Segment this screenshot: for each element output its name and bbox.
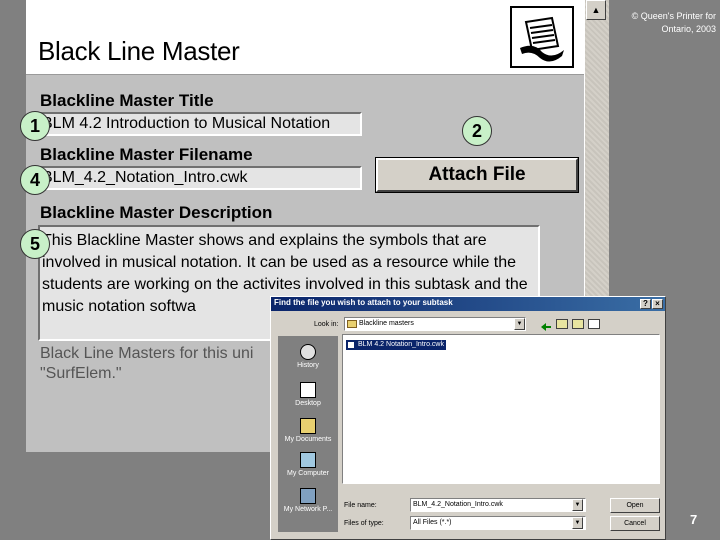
place-my-documents[interactable]: My Documents <box>278 418 338 443</box>
place-history[interactable]: History <box>278 344 338 369</box>
place-desktop-label: Desktop <box>295 400 321 407</box>
desktop-icon <box>300 382 316 398</box>
file-name-input[interactable]: BLM_4.2_Notation_Intro.cwk <box>410 498 586 512</box>
files-of-type-select[interactable]: All Files (*.*) <box>410 516 586 530</box>
header-divider <box>26 74 584 75</box>
place-my-documents-label: My Documents <box>284 436 332 443</box>
filename-label: Blackline Master Filename <box>40 145 253 164</box>
slide-number: 7 <box>690 512 698 527</box>
callout-marker-1: 1 <box>20 111 50 141</box>
view-menu-icon[interactable] <box>588 319 600 329</box>
network-icon <box>300 488 316 504</box>
folder-icon <box>300 418 316 434</box>
chevron-down-icon[interactable]: ▼ <box>572 517 583 529</box>
document-icon <box>347 341 355 349</box>
place-my-computer-label: My Computer <box>286 470 329 477</box>
folder-icon <box>347 320 357 328</box>
help-button[interactable]: ? <box>640 299 651 309</box>
computer-icon <box>300 452 316 468</box>
title-input[interactable]: BLM 4.2 Introduction to Musical Notation <box>38 112 362 136</box>
chevron-down-icon[interactable]: ▼ <box>572 499 583 511</box>
callout-marker-5: 5 <box>20 229 50 259</box>
chevron-down-icon[interactable]: ▼ <box>514 318 525 330</box>
file-name-label: File name: <box>344 502 377 509</box>
history-icon <box>300 344 316 360</box>
place-my-network-label: My Network P... <box>283 506 333 513</box>
file-list-item[interactable]: BLM 4.2 Notation_Intro.cwk <box>346 340 446 350</box>
up-folder-icon[interactable] <box>556 319 568 329</box>
open-button[interactable]: Open <box>610 498 660 513</box>
description-label: Blackline Master Description <box>40 203 273 222</box>
files-of-type-label: Files of type: <box>344 520 384 527</box>
footer-note-line1: Black Line Masters for this uni <box>40 345 254 362</box>
title-label: Blackline Master Title <box>40 91 214 110</box>
scroll-up-arrow-icon[interactable]: ▲ <box>586 0 606 20</box>
footer-note-line2: "SurfElem." <box>40 365 122 382</box>
dialog-title: Find the file you wish to attach to your… <box>274 298 453 307</box>
place-desktop[interactable]: Desktop <box>278 382 338 407</box>
document-logo-icon <box>510 6 574 68</box>
footer-note: Black Line Masters for this uni "SurfEle… <box>40 344 280 384</box>
close-button[interactable]: × <box>652 299 663 309</box>
look-in-label: Look in: <box>314 321 339 328</box>
callout-marker-2: 2 <box>462 116 492 146</box>
back-arrow-icon[interactable] <box>540 319 552 331</box>
place-my-computer[interactable]: My Computer <box>278 452 338 477</box>
look-in-select[interactable]: Blackline masters <box>344 317 526 331</box>
filename-input[interactable]: BLM_4.2_Notation_Intro.cwk <box>38 166 362 190</box>
new-folder-icon[interactable] <box>572 319 584 329</box>
file-list[interactable] <box>342 334 660 484</box>
copyright-notice: © Queen's Printer for Ontario, 2003 <box>631 11 716 34</box>
callout-marker-4: 4 <box>20 165 50 195</box>
place-history-label: History <box>297 362 319 369</box>
place-my-network[interactable]: My Network P... <box>278 488 338 513</box>
attach-file-button[interactable]: Attach File <box>375 157 579 193</box>
page-title: Black Line Master <box>38 36 240 66</box>
cancel-button[interactable]: Cancel <box>610 516 660 531</box>
